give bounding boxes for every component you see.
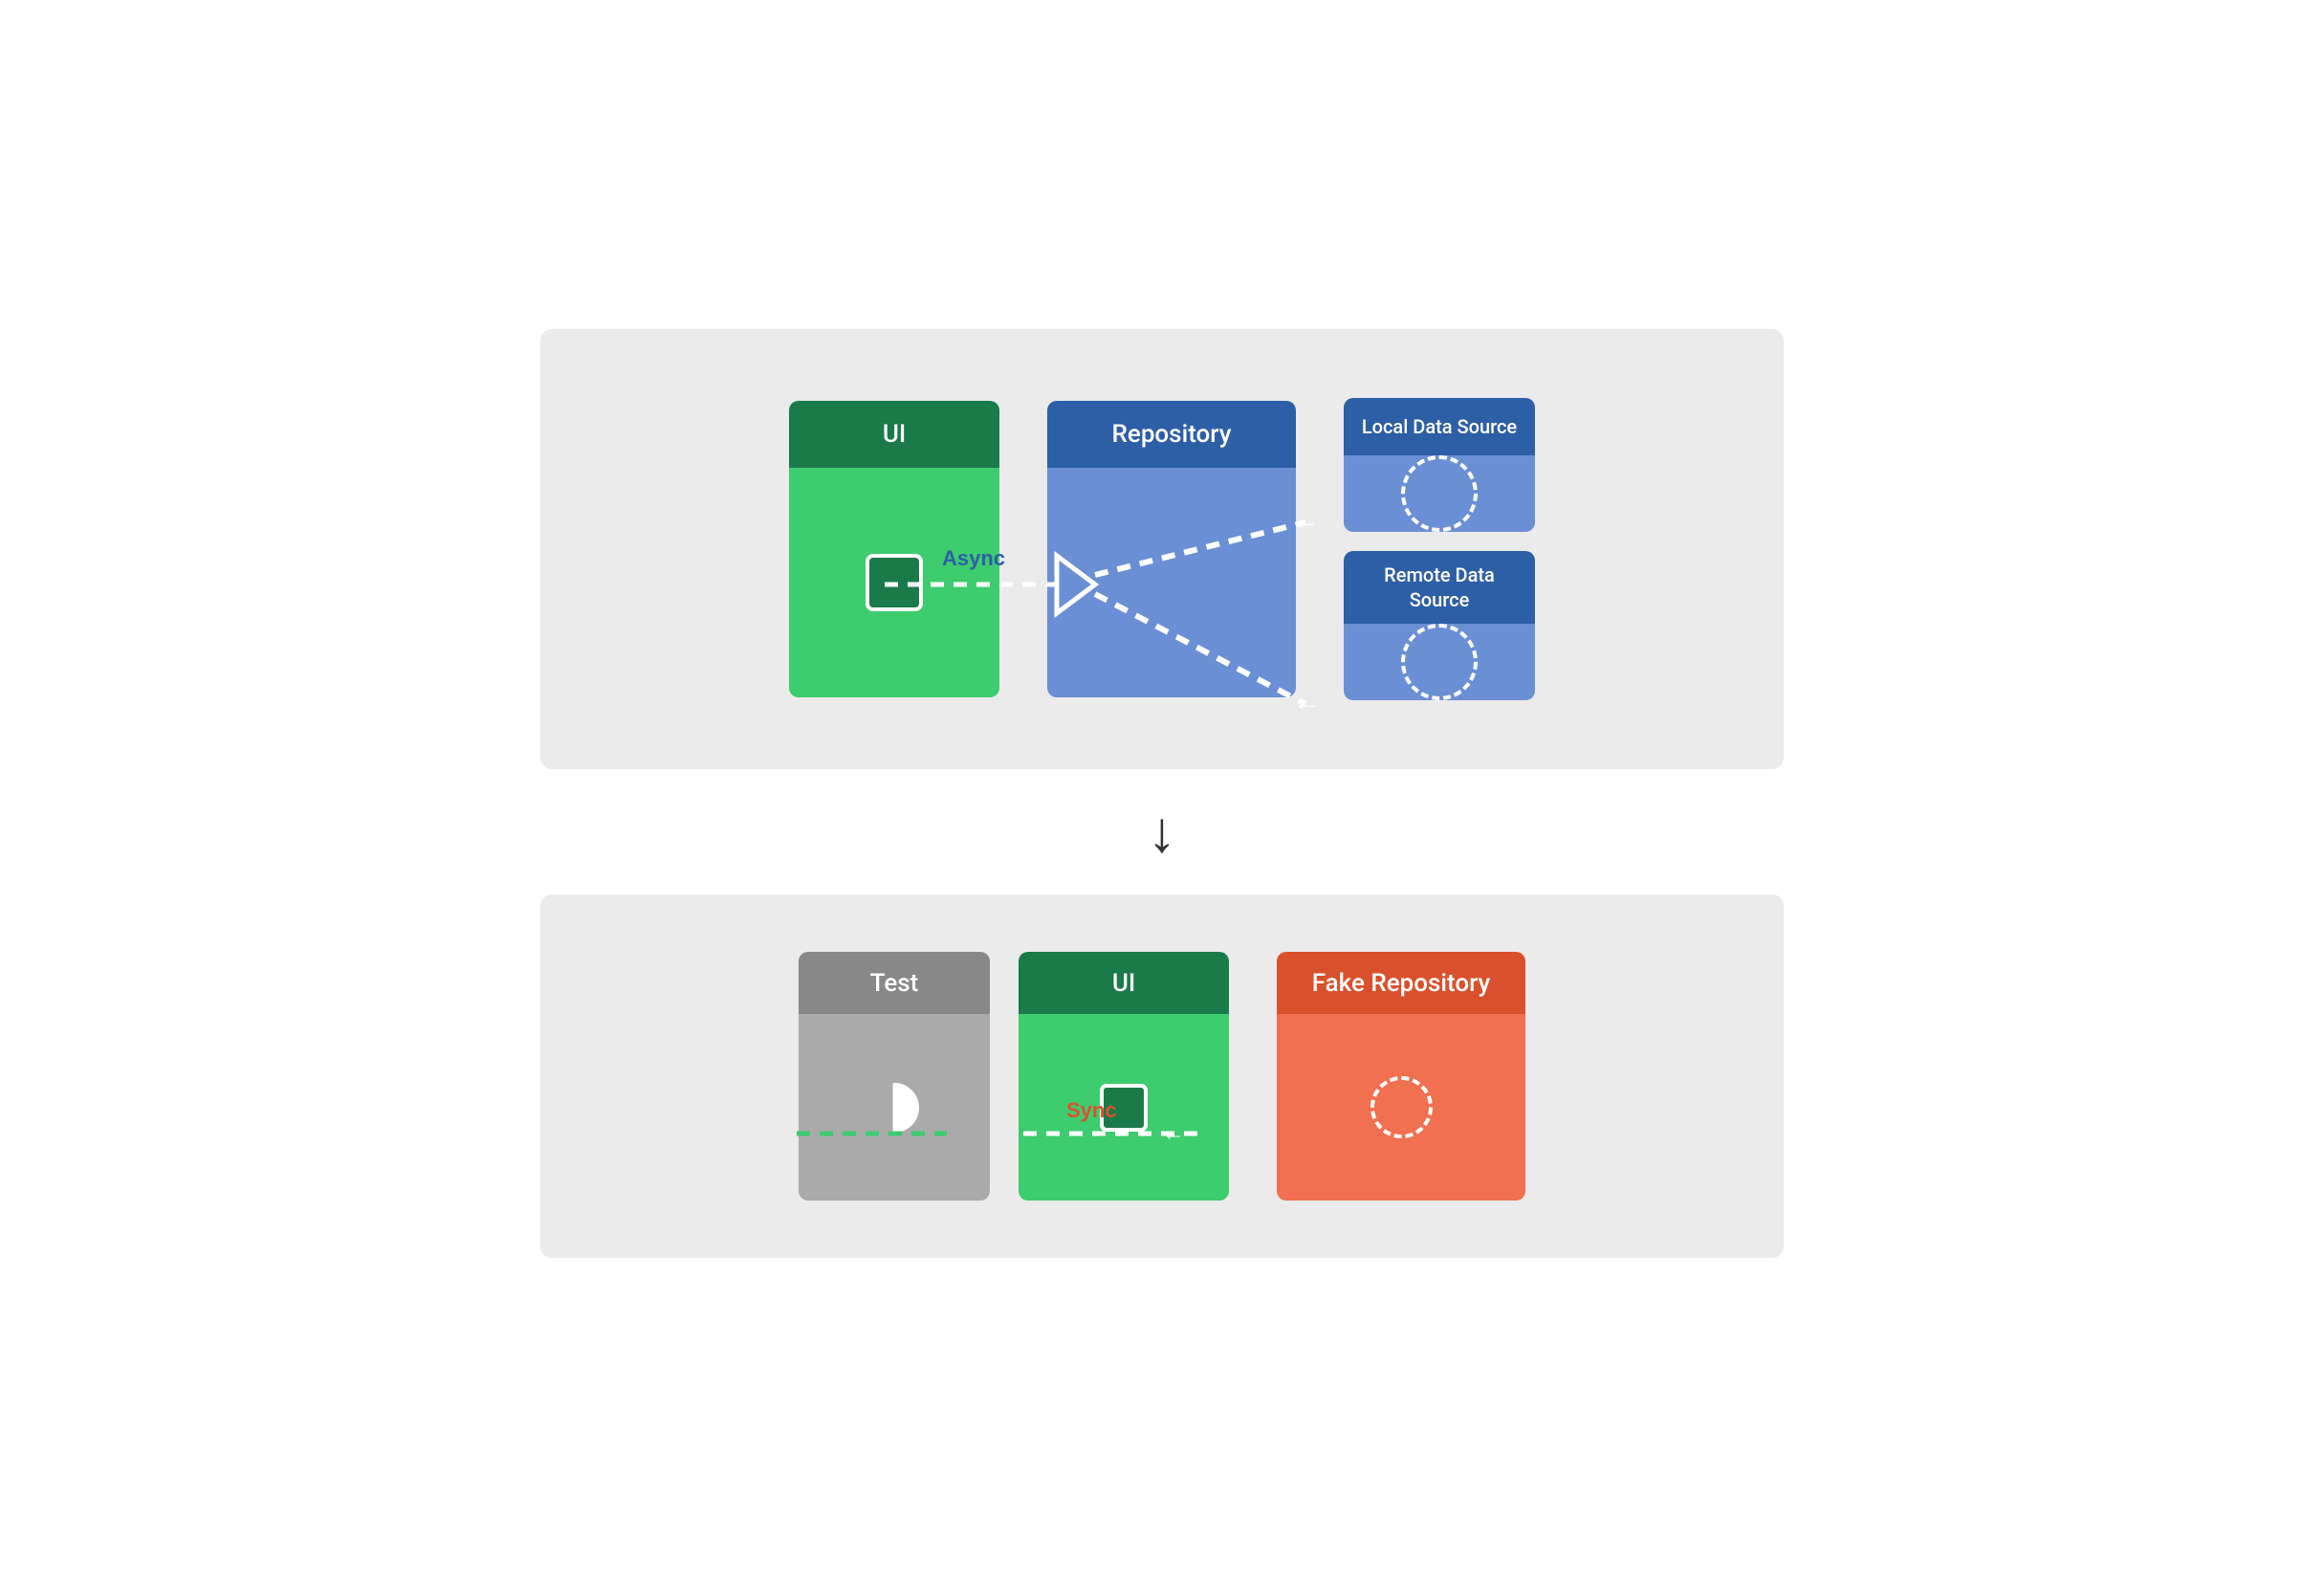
test-half-circle-icon <box>866 1079 923 1136</box>
ui-block: UI <box>789 401 999 697</box>
top-diagram: ← ← Async UI Repository <box>540 329 1784 769</box>
fake-repo-circle <box>1370 1076 1433 1138</box>
remote-datasource-circle <box>1401 624 1478 700</box>
test-block: Test <box>799 952 990 1201</box>
remote-datasource-body <box>1344 624 1535 700</box>
main-container: ← ← Async UI Repository <box>540 329 1784 1258</box>
ui-block-bottom: UI <box>1019 952 1229 1201</box>
remote-datasource-header: Remote Data Source <box>1344 551 1535 624</box>
ui-block-bottom-header: UI <box>1019 952 1229 1014</box>
repo-label: Repository <box>1112 420 1232 449</box>
repo-block: Repository <box>1047 401 1296 697</box>
fake-repo-body <box>1277 1014 1525 1201</box>
down-arrow: ↓ <box>1148 769 1176 894</box>
bottom-inner: ← Sync Test UI <box>588 952 1736 1201</box>
down-arrow-symbol: ↓ <box>1148 798 1176 866</box>
ui-block-header: UI <box>789 401 999 468</box>
ui-block-bottom-body <box>1019 1014 1229 1201</box>
ui-square-icon <box>866 554 923 611</box>
datasource-column: Local Data Source Remote Data Source <box>1344 398 1535 700</box>
local-datasource-label: Local Data Source <box>1362 414 1517 439</box>
ui-bottom-square-icon <box>1100 1084 1148 1132</box>
remote-datasource-label: Remote Data Source <box>1359 562 1520 612</box>
local-datasource-body <box>1344 455 1535 532</box>
test-label: Test <box>870 969 919 998</box>
fake-repo-header: Fake Repository <box>1277 952 1525 1014</box>
fake-repo-label: Fake Repository <box>1312 969 1491 998</box>
svg-text:←: ← <box>1293 504 1320 536</box>
test-block-body <box>799 1014 990 1201</box>
local-datasource-circle <box>1401 455 1478 532</box>
remote-datasource-block: Remote Data Source <box>1344 551 1535 700</box>
ui-label: UI <box>883 420 906 449</box>
repo-block-header: Repository <box>1047 401 1296 468</box>
svg-text:←: ← <box>1293 686 1320 717</box>
repo-block-body <box>1047 468 1296 697</box>
test-block-header: Test <box>799 952 990 1014</box>
local-datasource-block: Local Data Source <box>1344 398 1535 532</box>
fake-repo-block: Fake Repository <box>1277 952 1525 1201</box>
top-inner: ← ← Async UI Repository <box>588 398 1736 700</box>
bottom-diagram: ← Sync Test UI <box>540 894 1784 1258</box>
local-datasource-header: Local Data Source <box>1344 398 1535 455</box>
ui-block-body <box>789 468 999 697</box>
ui-bottom-label: UI <box>1112 969 1135 998</box>
